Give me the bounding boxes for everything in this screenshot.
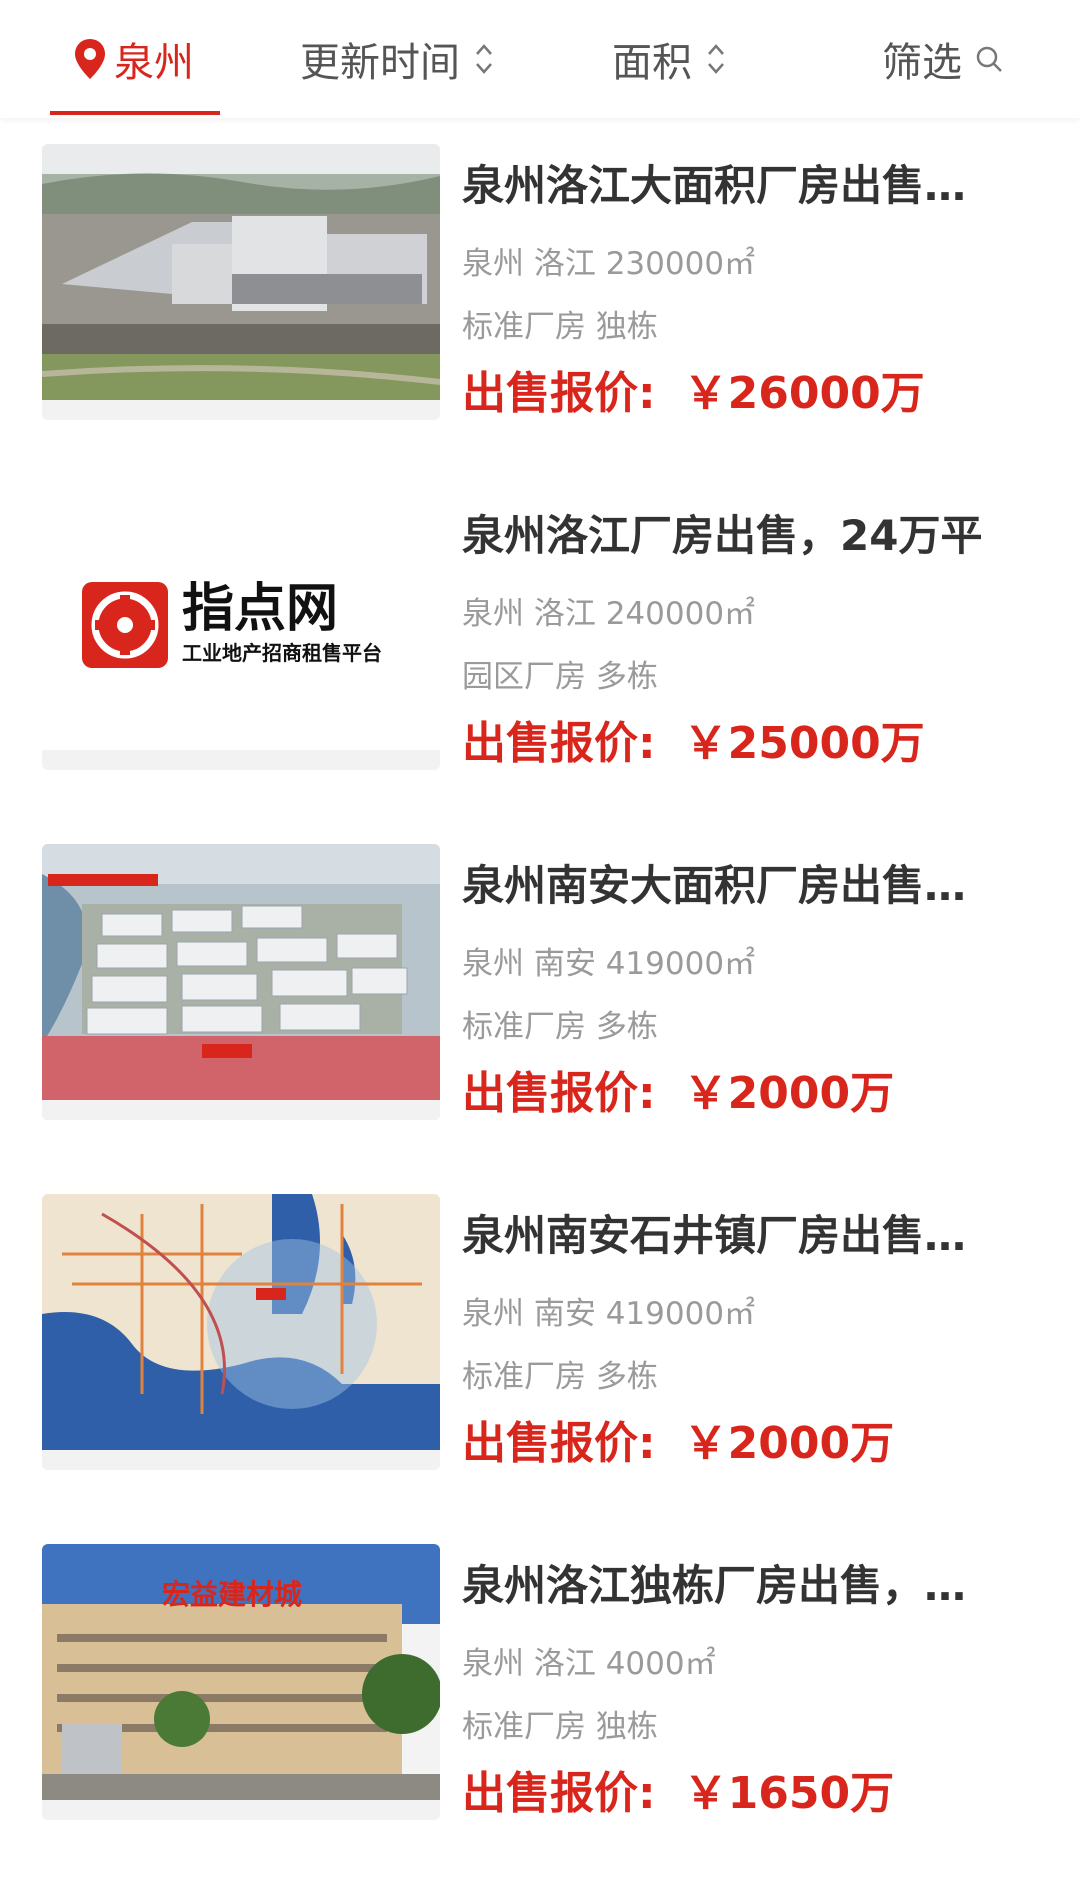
listing-title[interactable]: 泉州洛江厂房出售，24万平 (462, 508, 1022, 564)
price-value: ￥1650万 (683, 1768, 895, 1819)
listing-location: 泉州 南安 419000㎡ (462, 946, 756, 982)
listing-title[interactable]: 泉州南安石井镇厂房出售… (462, 1208, 1022, 1264)
listing-info: 泉州洛江独栋厂房出售，… 泉州 洛江 4000㎡ 标准厂房 独栋 出售报价: ￥1… (462, 1544, 1022, 1820)
screen-filter[interactable]: 筛选 (882, 0, 1004, 118)
listing-thumbnail[interactable]: 指点网 工业地产招商租售平台 (42, 494, 440, 770)
listing-thumbnail[interactable] (42, 1194, 440, 1470)
sort-update-time-label: 更新时间 (300, 40, 460, 86)
price-label: 出售报价: (462, 1418, 656, 1469)
price-value: ￥2000万 (683, 1418, 895, 1469)
listing-thumbnail[interactable]: 宏益建材城 (42, 1544, 440, 1820)
sort-updown-icon (476, 44, 492, 74)
listing-type: 标准厂房 多栋 (462, 1359, 658, 1395)
screen-filter-label: 筛选 (882, 40, 962, 86)
price-value: ￥26000万 (683, 368, 925, 419)
listing-info: 泉州南安大面积厂房出售… 泉州 南安 419000㎡ 标准厂房 多栋 出售报价:… (462, 844, 1022, 1120)
listing-card[interactable]: 宏益建材城 泉州洛江独栋厂房出售，… 泉州 洛江 4000㎡ 标准厂房 独栋 出… (0, 1518, 1080, 1868)
listing-location: 泉州 洛江 4000㎡ (462, 1646, 716, 1682)
price-label: 出售报价: (462, 1768, 656, 1819)
location-map (42, 1194, 440, 1470)
city-filter-label: 泉州 (114, 40, 194, 86)
search-icon (976, 46, 1002, 72)
logo-tagline: 工业地产招商租售平台 (182, 641, 382, 665)
listing-price: 出售报价: ￥25000万 (462, 716, 925, 772)
listing-card[interactable]: 泉州洛江大面积厂房出售… 泉州 洛江 230000㎡ 标准厂房 独栋 出售报价:… (0, 118, 1080, 468)
building-sign-text: 宏益建材城 (162, 1578, 302, 1611)
sort-area[interactable]: 面积 (612, 0, 726, 118)
listing-thumbnail[interactable] (42, 144, 440, 420)
price-value: ￥2000万 (683, 1068, 895, 1119)
filter-bar: 泉州 更新时间 面积 筛选 (0, 0, 1080, 118)
price-label: 出售报价: (462, 1068, 656, 1119)
building-materials-city-photo: 宏益建材城 (42, 1544, 440, 1820)
listing-card[interactable]: 泉州南安大面积厂房出售… 泉州 南安 419000㎡ 标准厂房 多栋 出售报价:… (0, 818, 1080, 1168)
listing-title[interactable]: 泉州洛江独栋厂房出售，… (462, 1558, 1022, 1614)
sort-updown-icon (708, 44, 724, 74)
sort-area-label: 面积 (612, 40, 692, 86)
listing-type: 标准厂房 独栋 (462, 309, 658, 345)
listing-info: 泉州洛江大面积厂房出售… 泉州 洛江 230000㎡ 标准厂房 独栋 出售报价:… (462, 144, 1022, 420)
listing-price: 出售报价: ￥1650万 (462, 1766, 894, 1822)
listing-thumbnail[interactable] (42, 844, 440, 1120)
price-label: 出售报价: (462, 718, 656, 769)
location-pin-icon (75, 39, 105, 79)
factory-aerial-photo (42, 144, 440, 420)
zhidian-logo: 指点网 工业地产招商租售平台 (42, 494, 440, 770)
listing-card[interactable]: 指点网 工业地产招商租售平台 泉州洛江厂房出售，24万平 泉州 洛江 24000… (0, 468, 1080, 818)
price-label: 出售报价: (462, 368, 656, 419)
active-tab-underline (50, 111, 220, 115)
listing-location: 泉州 南安 419000㎡ (462, 1296, 756, 1332)
listing-location: 泉州 洛江 230000㎡ (462, 246, 756, 282)
listing-price: 出售报价: ￥26000万 (462, 366, 925, 422)
industrial-park-render (42, 844, 440, 1120)
listing-info: 泉州南安石井镇厂房出售… 泉州 南安 419000㎡ 标准厂房 多栋 出售报价:… (462, 1194, 1022, 1470)
logo-name: 指点网 (182, 579, 338, 639)
listing-location: 泉州 洛江 240000㎡ (462, 596, 756, 632)
sort-update-time[interactable]: 更新时间 (300, 0, 494, 118)
price-value: ￥25000万 (683, 718, 925, 769)
listing-type: 标准厂房 独栋 (462, 1709, 658, 1745)
listing-price: 出售报价: ￥2000万 (462, 1066, 894, 1122)
listing-price: 出售报价: ￥2000万 (462, 1416, 894, 1472)
listing-type: 标准厂房 多栋 (462, 1009, 658, 1045)
listing-title[interactable]: 泉州南安大面积厂房出售… (462, 858, 1022, 914)
listing-card[interactable]: 泉州南安石井镇厂房出售… 泉州 南安 419000㎡ 标准厂房 多栋 出售报价:… (0, 1168, 1080, 1518)
listing-info: 泉州洛江厂房出售，24万平 泉州 洛江 240000㎡ 园区厂房 多栋 出售报价… (462, 494, 1022, 770)
listing-title[interactable]: 泉州洛江大面积厂房出售… (462, 158, 1022, 214)
city-filter[interactable]: 泉州 (72, 0, 194, 118)
listing-type: 园区厂房 多栋 (462, 659, 658, 695)
